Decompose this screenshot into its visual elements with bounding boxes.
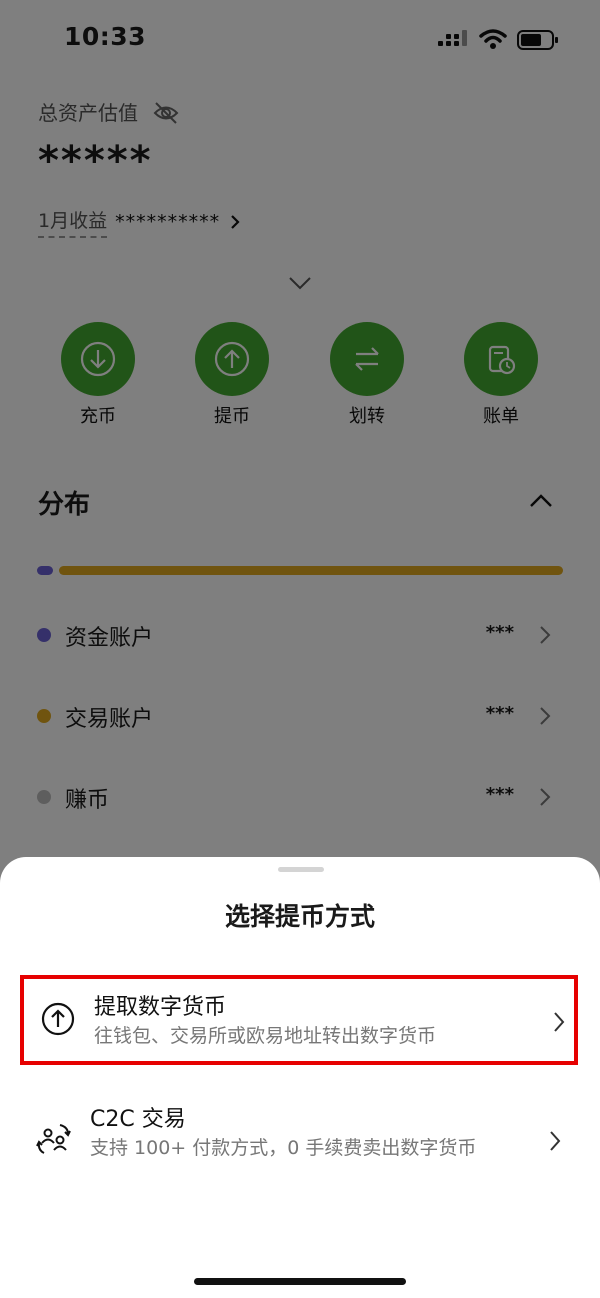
option-title: C2C 交易 [90,1107,186,1132]
c2c-trade-option[interactable]: C2C 交易 支持 100+ 付款方式，0 手续费卖出数字货币 [20,1091,578,1191]
upload-circle-icon [41,1002,75,1036]
withdraw-crypto-option[interactable]: 提取数字货币 往钱包、交易所或欧易地址转出数字货币 [20,975,578,1065]
option-description: 支持 100+ 付款方式，0 手续费卖出数字货币 [90,1137,477,1159]
c2c-exchange-icon [36,1124,71,1154]
chevron-right-icon [550,1131,561,1151]
chevron-right-icon [554,1012,565,1032]
home-indicator [194,1278,406,1285]
sheet-title: 选择提币方式 [224,902,375,931]
sheet-grabber[interactable] [278,867,324,872]
withdraw-method-sheet: 选择提币方式 提取数字货币 往钱包、交易所或欧易地址转出数字货币 C2C 交易 … [0,857,600,1298]
option-title: 提取数字货币 [94,995,227,1020]
option-description: 往钱包、交易所或欧易地址转出数字货币 [94,1025,437,1047]
